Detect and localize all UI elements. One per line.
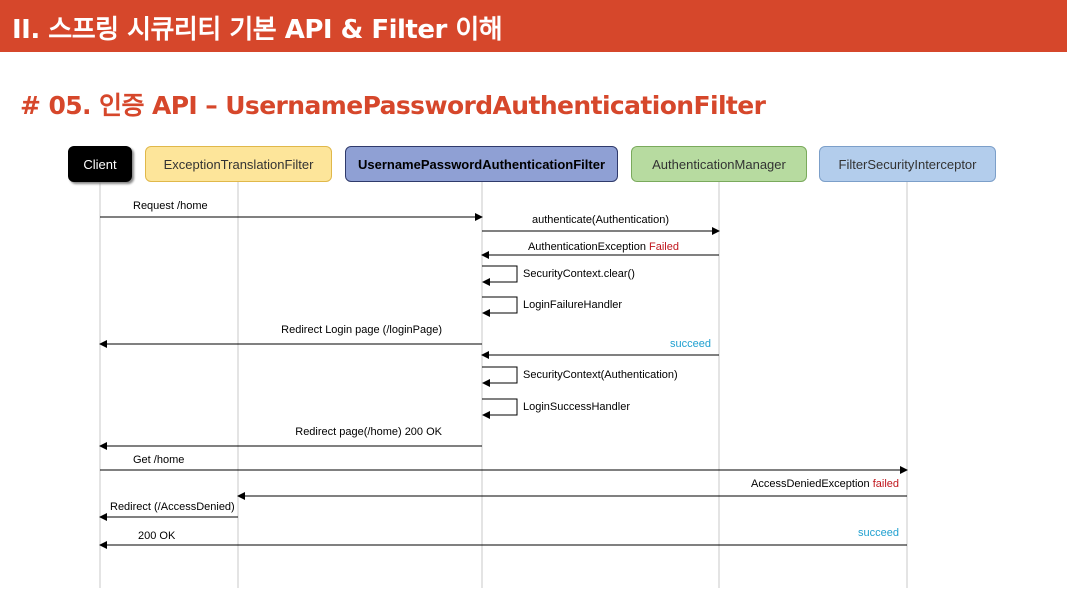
message-label-access-denied-exception: AccessDeniedException failed: [751, 478, 899, 490]
actor-username-password-authentication-filter: UsernamePasswordAuthenticationFilter: [345, 146, 618, 182]
message-label-redirect-login-page: Redirect Login page (/loginPage): [281, 324, 442, 336]
message-arrow-login-success-handler: [482, 398, 518, 419]
message-label-get-home: Get /home: [133, 454, 184, 466]
message-label-login-failure-handler: LoginFailureHandler: [523, 299, 622, 311]
sequence-diagram: Request /home authenticate(Authentication…: [99, 182, 908, 588]
message-label-final-200-ok: 200 OK: [138, 530, 176, 542]
message-arrow-security-context-set: [482, 366, 518, 387]
message-label-security-context-clear: SecurityContext.clear(): [523, 268, 635, 280]
actor-authentication-manager: AuthenticationManager: [631, 146, 807, 182]
message-label-security-context-set: SecurityContext(Authentication): [523, 369, 678, 381]
message-label-authentication-exception: AuthenticationException Failed: [528, 241, 679, 253]
message-label-login-success-handler: LoginSuccessHandler: [523, 401, 630, 413]
message-arrow-security-context-clear: [482, 265, 518, 286]
message-label-redirect-home: Redirect page(/home) 200 OK: [295, 426, 442, 438]
message-arrow-login-failure-handler: [482, 296, 518, 317]
message-label-authenticate: authenticate(Authentication): [532, 214, 669, 226]
message-label-request-home: Request /home: [133, 200, 208, 212]
message-label-access-succeed: succeed: [858, 527, 899, 539]
actor-filter-security-interceptor: FilterSecurityInterceptor: [819, 146, 996, 182]
actor-client: Client: [68, 146, 132, 182]
message-label-redirect-access-denied: Redirect (/AccessDenied): [110, 501, 235, 513]
message-label-auth-succeed: succeed: [670, 338, 711, 350]
actor-exception-translation-filter: ExceptionTranslationFilter: [145, 146, 332, 182]
